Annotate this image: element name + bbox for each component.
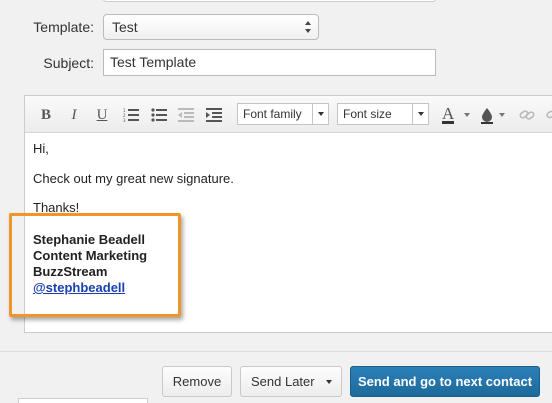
numbered-list-button[interactable]: 1 2 3	[121, 105, 141, 125]
text-color-button[interactable]: A	[442, 105, 472, 125]
template-select-value: Test	[112, 19, 138, 35]
body-line-message: Check out my great new signature.	[33, 171, 234, 186]
previous-field-edge	[103, 0, 436, 2]
outdent-button[interactable]	[176, 105, 196, 125]
indent-icon	[206, 108, 222, 122]
footer-divider	[0, 351, 552, 352]
remove-button[interactable]: Remove	[162, 366, 232, 397]
subject-value: Test Template	[110, 54, 197, 70]
background-color-button[interactable]	[480, 105, 510, 125]
bold-button[interactable]: B	[36, 105, 56, 125]
italic-button[interactable]: I	[64, 105, 84, 125]
chevron-down-icon	[326, 380, 332, 384]
chevron-down-icon	[499, 113, 505, 117]
svg-text:3: 3	[123, 118, 126, 122]
signature-highlight-box	[9, 213, 181, 317]
send-next-contact-button[interactable]: Send and go to next contact	[350, 366, 540, 397]
lower-panel-edge	[18, 398, 148, 403]
numbered-list-icon: 1 2 3	[123, 108, 139, 122]
template-label: Template:	[33, 19, 94, 35]
subject-label: Subject:	[43, 55, 94, 71]
font-size-dropdown[interactable]: Font size	[337, 103, 429, 125]
send-later-label: Send Later	[251, 374, 315, 389]
underline-button[interactable]: U	[92, 105, 112, 125]
chevron-down-icon	[412, 104, 428, 124]
outdent-icon	[178, 108, 194, 122]
paint-drop-icon	[481, 107, 493, 124]
chevron-down-icon	[464, 113, 470, 117]
body-line-greeting: Hi,	[33, 141, 49, 156]
unlink-icon	[546, 110, 552, 119]
subject-input[interactable]: Test Template	[103, 49, 436, 76]
font-size-value: Font size	[343, 107, 392, 121]
text-color-icon: A	[442, 104, 455, 124]
select-arrows-icon	[305, 21, 311, 33]
bullet-list-button[interactable]	[149, 105, 169, 125]
font-family-value: Font family	[243, 107, 302, 121]
indent-button[interactable]	[204, 105, 224, 125]
send-later-button[interactable]: Send Later	[240, 366, 342, 397]
editor-toolbar: B I U 1 2 3 Font family Font size A	[25, 96, 552, 133]
link-icon	[519, 110, 535, 120]
chevron-down-icon	[312, 104, 328, 124]
link-button[interactable]	[517, 105, 537, 125]
unlink-button[interactable]	[544, 105, 552, 125]
template-select[interactable]: Test	[103, 14, 319, 40]
bullet-list-icon	[151, 108, 167, 122]
font-family-dropdown[interactable]: Font family	[237, 103, 329, 125]
